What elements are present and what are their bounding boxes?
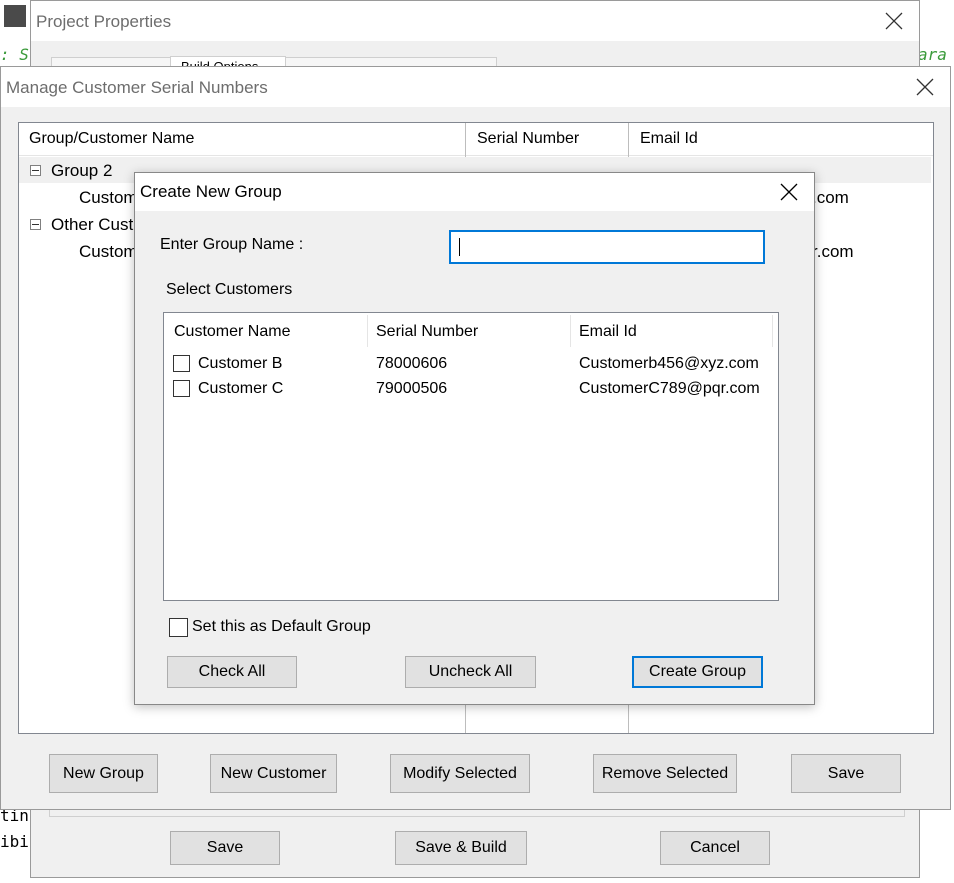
code-fragment: ara <box>918 45 947 64</box>
create-group-button[interactable]: Create Group <box>632 656 763 688</box>
list-header: Group/Customer Name Serial Number Email … <box>19 123 933 156</box>
dialog-title: Create New Group <box>140 182 282 201</box>
close-icon[interactable] <box>871 3 917 39</box>
title-bar: Project Properties <box>31 1 919 41</box>
customer-checkbox[interactable] <box>173 355 190 372</box>
column-header-email[interactable]: Email Id <box>579 323 637 341</box>
check-all-label: Check All <box>198 663 266 680</box>
window-title: Project Properties <box>36 12 172 31</box>
uncheck-all-label: Uncheck All <box>428 663 513 680</box>
customer-select-list[interactable]: Customer Name Serial Number Email Id Cus… <box>163 312 779 601</box>
modify-selected-label: Modify Selected <box>403 764 517 782</box>
save-button[interactable]: Save <box>170 831 280 865</box>
customer-row[interactable]: Customer C 79000506 CustomerC789@pqr.com <box>164 378 778 402</box>
list-header: Customer Name Serial Number Email Id <box>164 313 778 349</box>
create-group-label: Create Group <box>649 663 746 680</box>
new-customer-button[interactable]: New Customer <box>210 754 337 793</box>
title-bar: Manage Customer Serial Numbers <box>1 67 950 107</box>
save-label: Save <box>827 764 865 782</box>
group-name-input[interactable] <box>449 230 765 264</box>
column-header-serial[interactable]: Serial Number <box>376 323 478 341</box>
check-all-button[interactable]: Check All <box>167 656 297 688</box>
select-customers-label: Select Customers <box>166 281 293 298</box>
default-group-label: Set this as Default Group <box>192 618 371 635</box>
uncheck-all-button[interactable]: Uncheck All <box>405 656 536 688</box>
save-build-label: Save & Build <box>415 839 507 856</box>
collapse-icon[interactable] <box>30 219 41 230</box>
code-fragment: : S <box>0 45 29 64</box>
email-cell: .com <box>812 188 849 207</box>
column-divider <box>772 315 773 347</box>
column-divider <box>570 315 571 347</box>
remove-selected-button[interactable]: Remove Selected <box>593 754 737 793</box>
customer-checkbox[interactable] <box>173 380 190 397</box>
column-header-group-customer[interactable]: Group/Customer Name <box>29 130 194 148</box>
column-divider <box>367 315 368 347</box>
close-icon[interactable] <box>766 174 812 210</box>
collapse-icon[interactable] <box>30 165 41 176</box>
new-customer-label: New Customer <box>220 764 327 782</box>
group-label: Group 2 <box>51 161 113 180</box>
group-name-label: Enter Group Name : <box>160 236 304 253</box>
column-header-customer-name[interactable]: Customer Name <box>174 323 290 341</box>
title-bar: Create New Group <box>135 173 814 211</box>
default-group-checkbox[interactable] <box>169 618 188 637</box>
default-group-option[interactable]: Set this as Default Group <box>169 617 429 639</box>
serial-cell: 79000506 <box>376 380 448 397</box>
window-title: Manage Customer Serial Numbers <box>6 78 268 97</box>
email-cell: r.com <box>812 242 854 261</box>
column-header-serial[interactable]: Serial Number <box>477 130 579 148</box>
column-header-email[interactable]: Email Id <box>640 130 698 148</box>
email-cell: Customerb456@xyz.com <box>579 355 759 372</box>
new-group-button[interactable]: New Group <box>49 754 158 793</box>
create-new-group-dialog: Create New Group Enter Group Name : Sele… <box>134 172 815 705</box>
cancel-button[interactable]: Cancel <box>660 831 770 865</box>
save-button[interactable]: Save <box>791 754 901 793</box>
cancel-label: Cancel <box>690 839 740 856</box>
save-label: Save <box>206 839 244 856</box>
close-icon[interactable] <box>902 69 948 105</box>
email-cell: CustomerC789@pqr.com <box>579 380 760 397</box>
serial-cell: 78000606 <box>376 355 448 372</box>
text-caret <box>459 238 460 256</box>
remove-selected-label: Remove Selected <box>601 764 729 782</box>
new-group-label: New Group <box>63 764 144 782</box>
save-build-button[interactable]: Save & Build <box>395 831 527 865</box>
app-icon <box>4 5 26 27</box>
code-fragment: ibi <box>0 832 29 851</box>
customer-name-cell: Customer B <box>198 355 283 372</box>
modify-selected-button[interactable]: Modify Selected <box>390 754 530 793</box>
customer-row[interactable]: Customer B 78000606 Customerb456@xyz.com <box>164 353 778 377</box>
customer-name-cell: Customer C <box>198 380 284 397</box>
